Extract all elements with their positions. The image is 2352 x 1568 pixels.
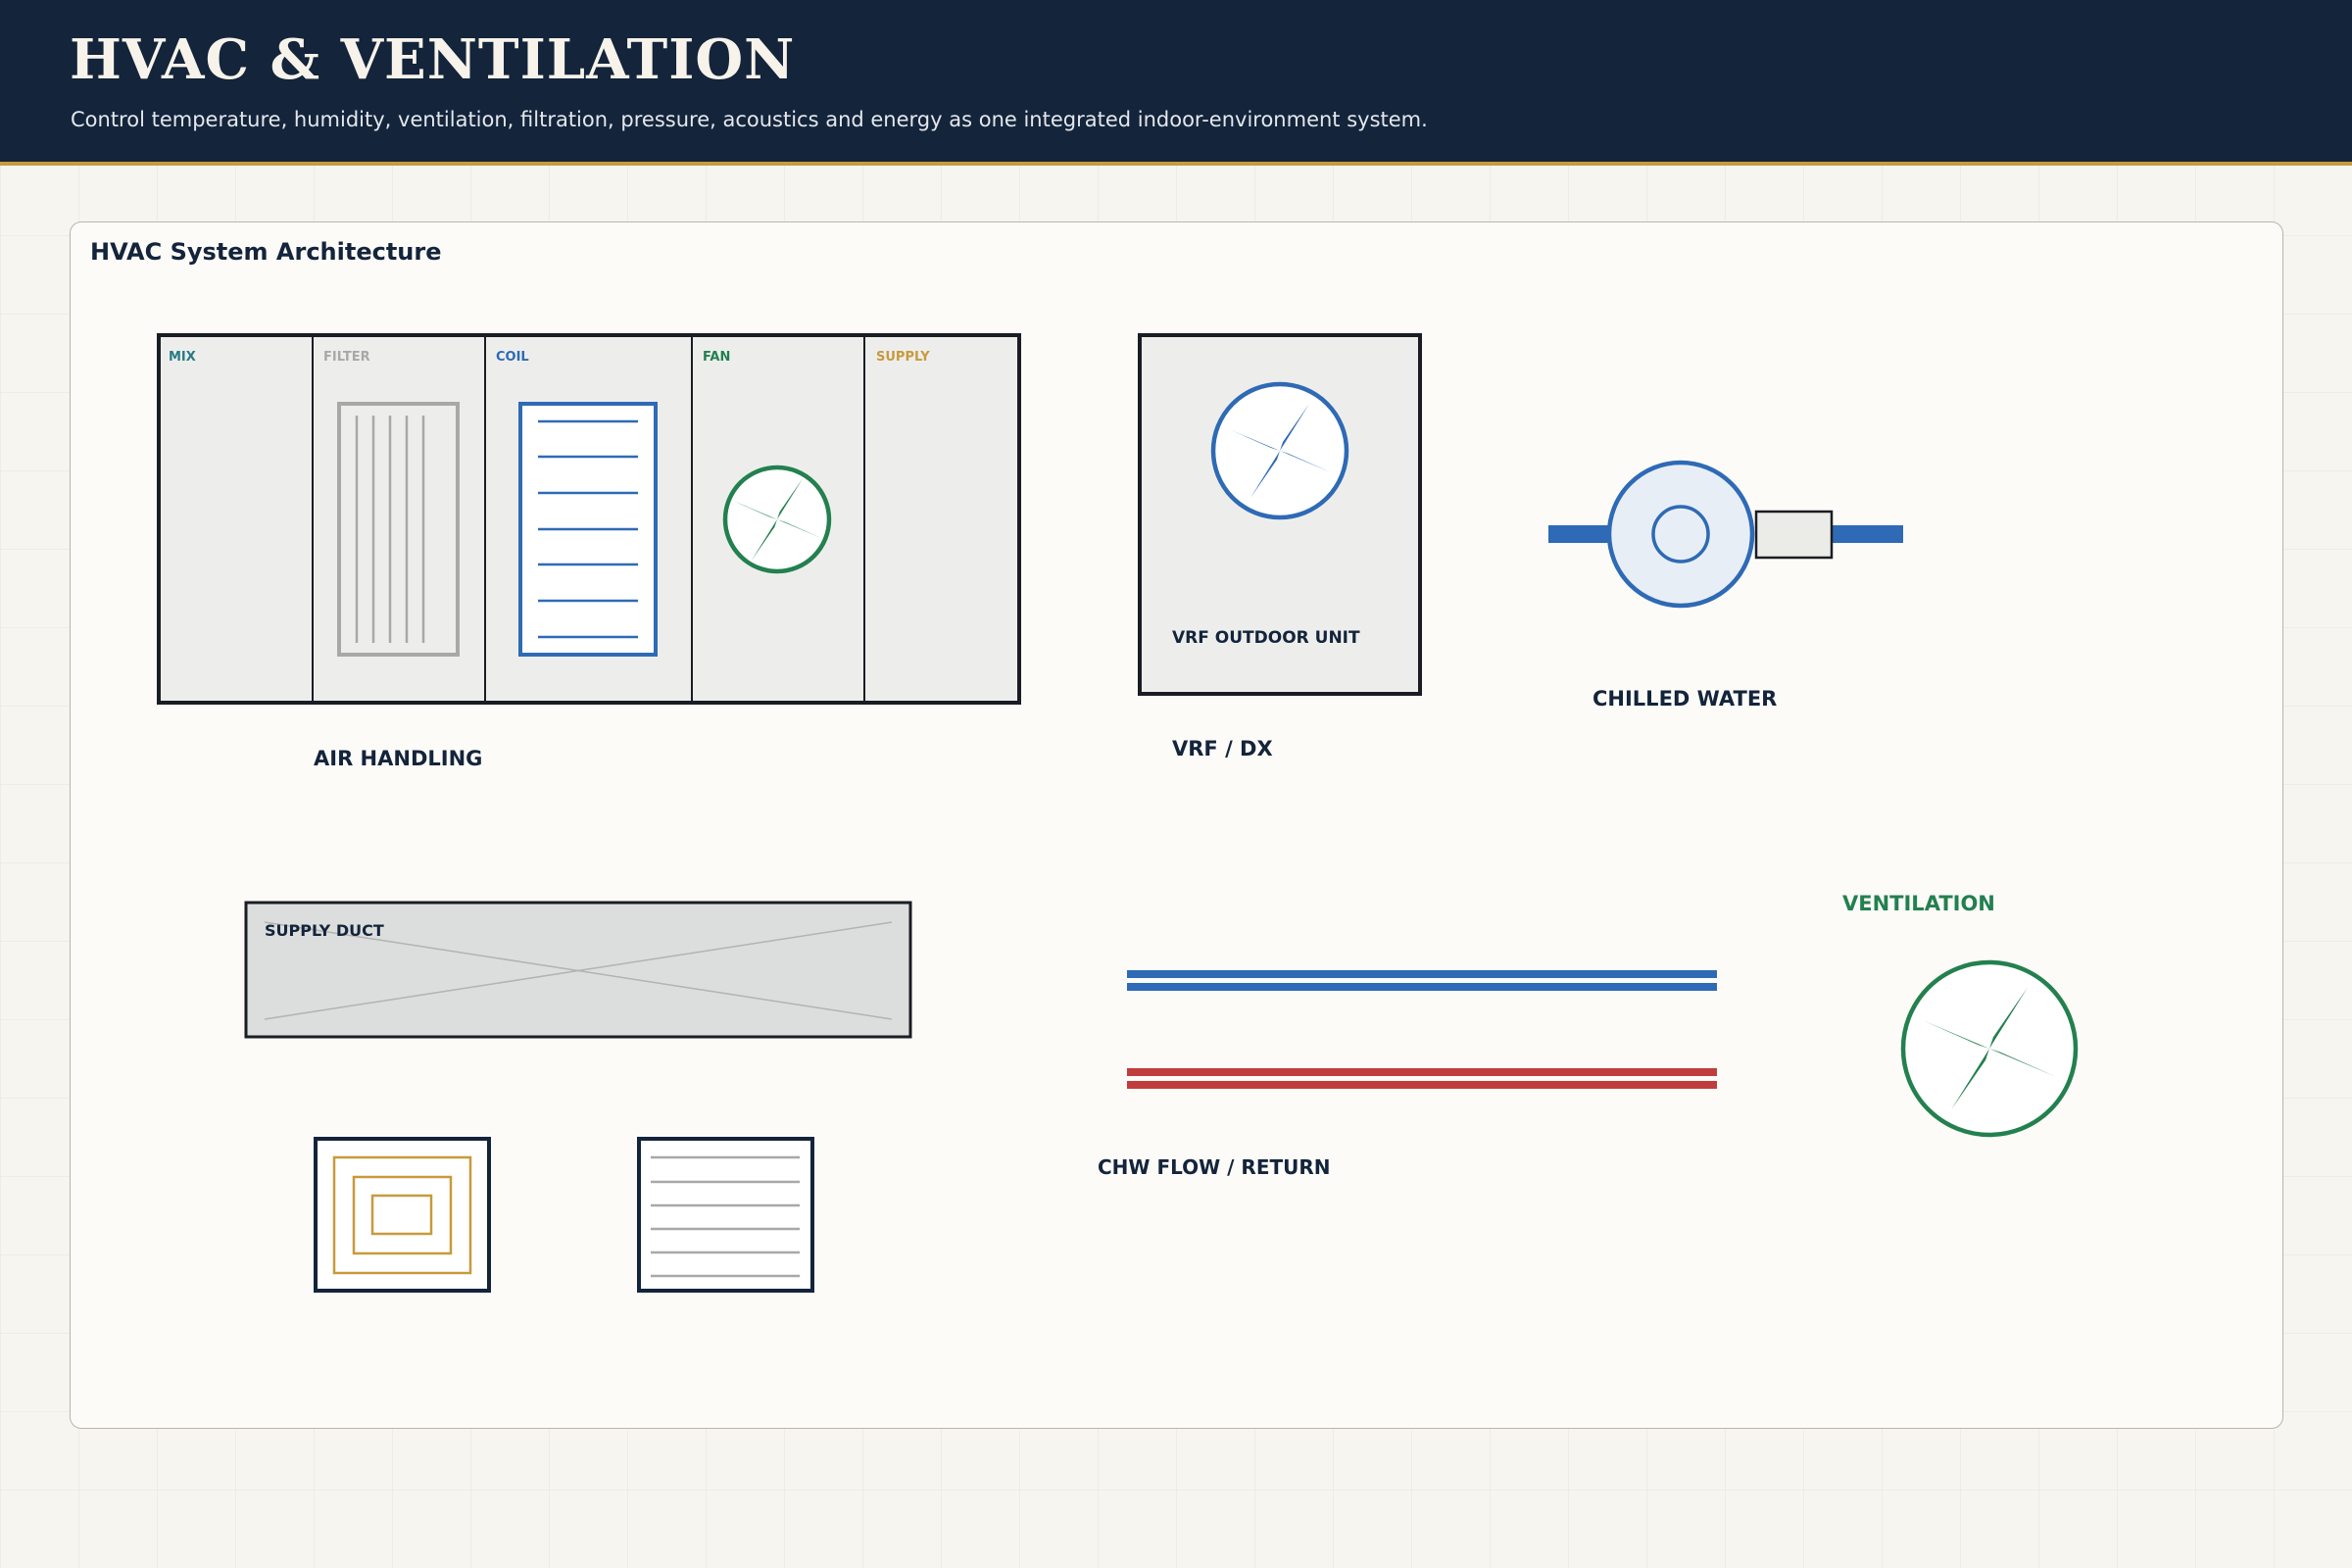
- chw-return-pipe: [1127, 1068, 1717, 1089]
- piping-caption: CHW FLOW / RETURN: [1098, 1155, 1331, 1179]
- chilled-water-caption: CHILLED WATER: [1592, 687, 1777, 710]
- coil-icon: [518, 402, 658, 657]
- ahu-section-fan: FAN: [703, 350, 730, 365]
- pump-icon: [1548, 460, 1903, 609]
- fan-icon: [1210, 381, 1349, 520]
- air-handling-unit: MIX FILTER COIL FAN SUPPLY: [157, 333, 1021, 705]
- vrf-outdoor-unit: VRF OUTDOOR UNIT: [1138, 333, 1422, 696]
- chw-supply-pipe: [1127, 970, 1717, 991]
- supply-duct: SUPPLY DUCT: [244, 901, 912, 1039]
- ahu-section-supply: SUPPLY: [876, 350, 930, 365]
- air-handling-caption: AIR HANDLING: [314, 747, 482, 770]
- hvac-diagram: MIX FILTER COIL FAN SUPPLY AIR HANDLING …: [157, 333, 2079, 1293]
- ceiling-diffuser-icon: [314, 1137, 491, 1293]
- return-grille-icon: [637, 1137, 814, 1293]
- vrf-caption: VRF / DX: [1172, 737, 1273, 760]
- ahu-section-coil: COIL: [496, 350, 529, 365]
- ahu-section-mix: MIX: [169, 350, 196, 365]
- ventilation-caption: VENTILATION: [1842, 892, 1995, 915]
- fan-icon: [722, 465, 832, 574]
- ahu-section-filter: FILTER: [323, 350, 370, 365]
- supply-duct-label: SUPPLY DUCT: [265, 921, 384, 940]
- fan-icon: [1900, 959, 2079, 1138]
- vrf-unit-label: VRF OUTDOOR UNIT: [1172, 628, 1360, 648]
